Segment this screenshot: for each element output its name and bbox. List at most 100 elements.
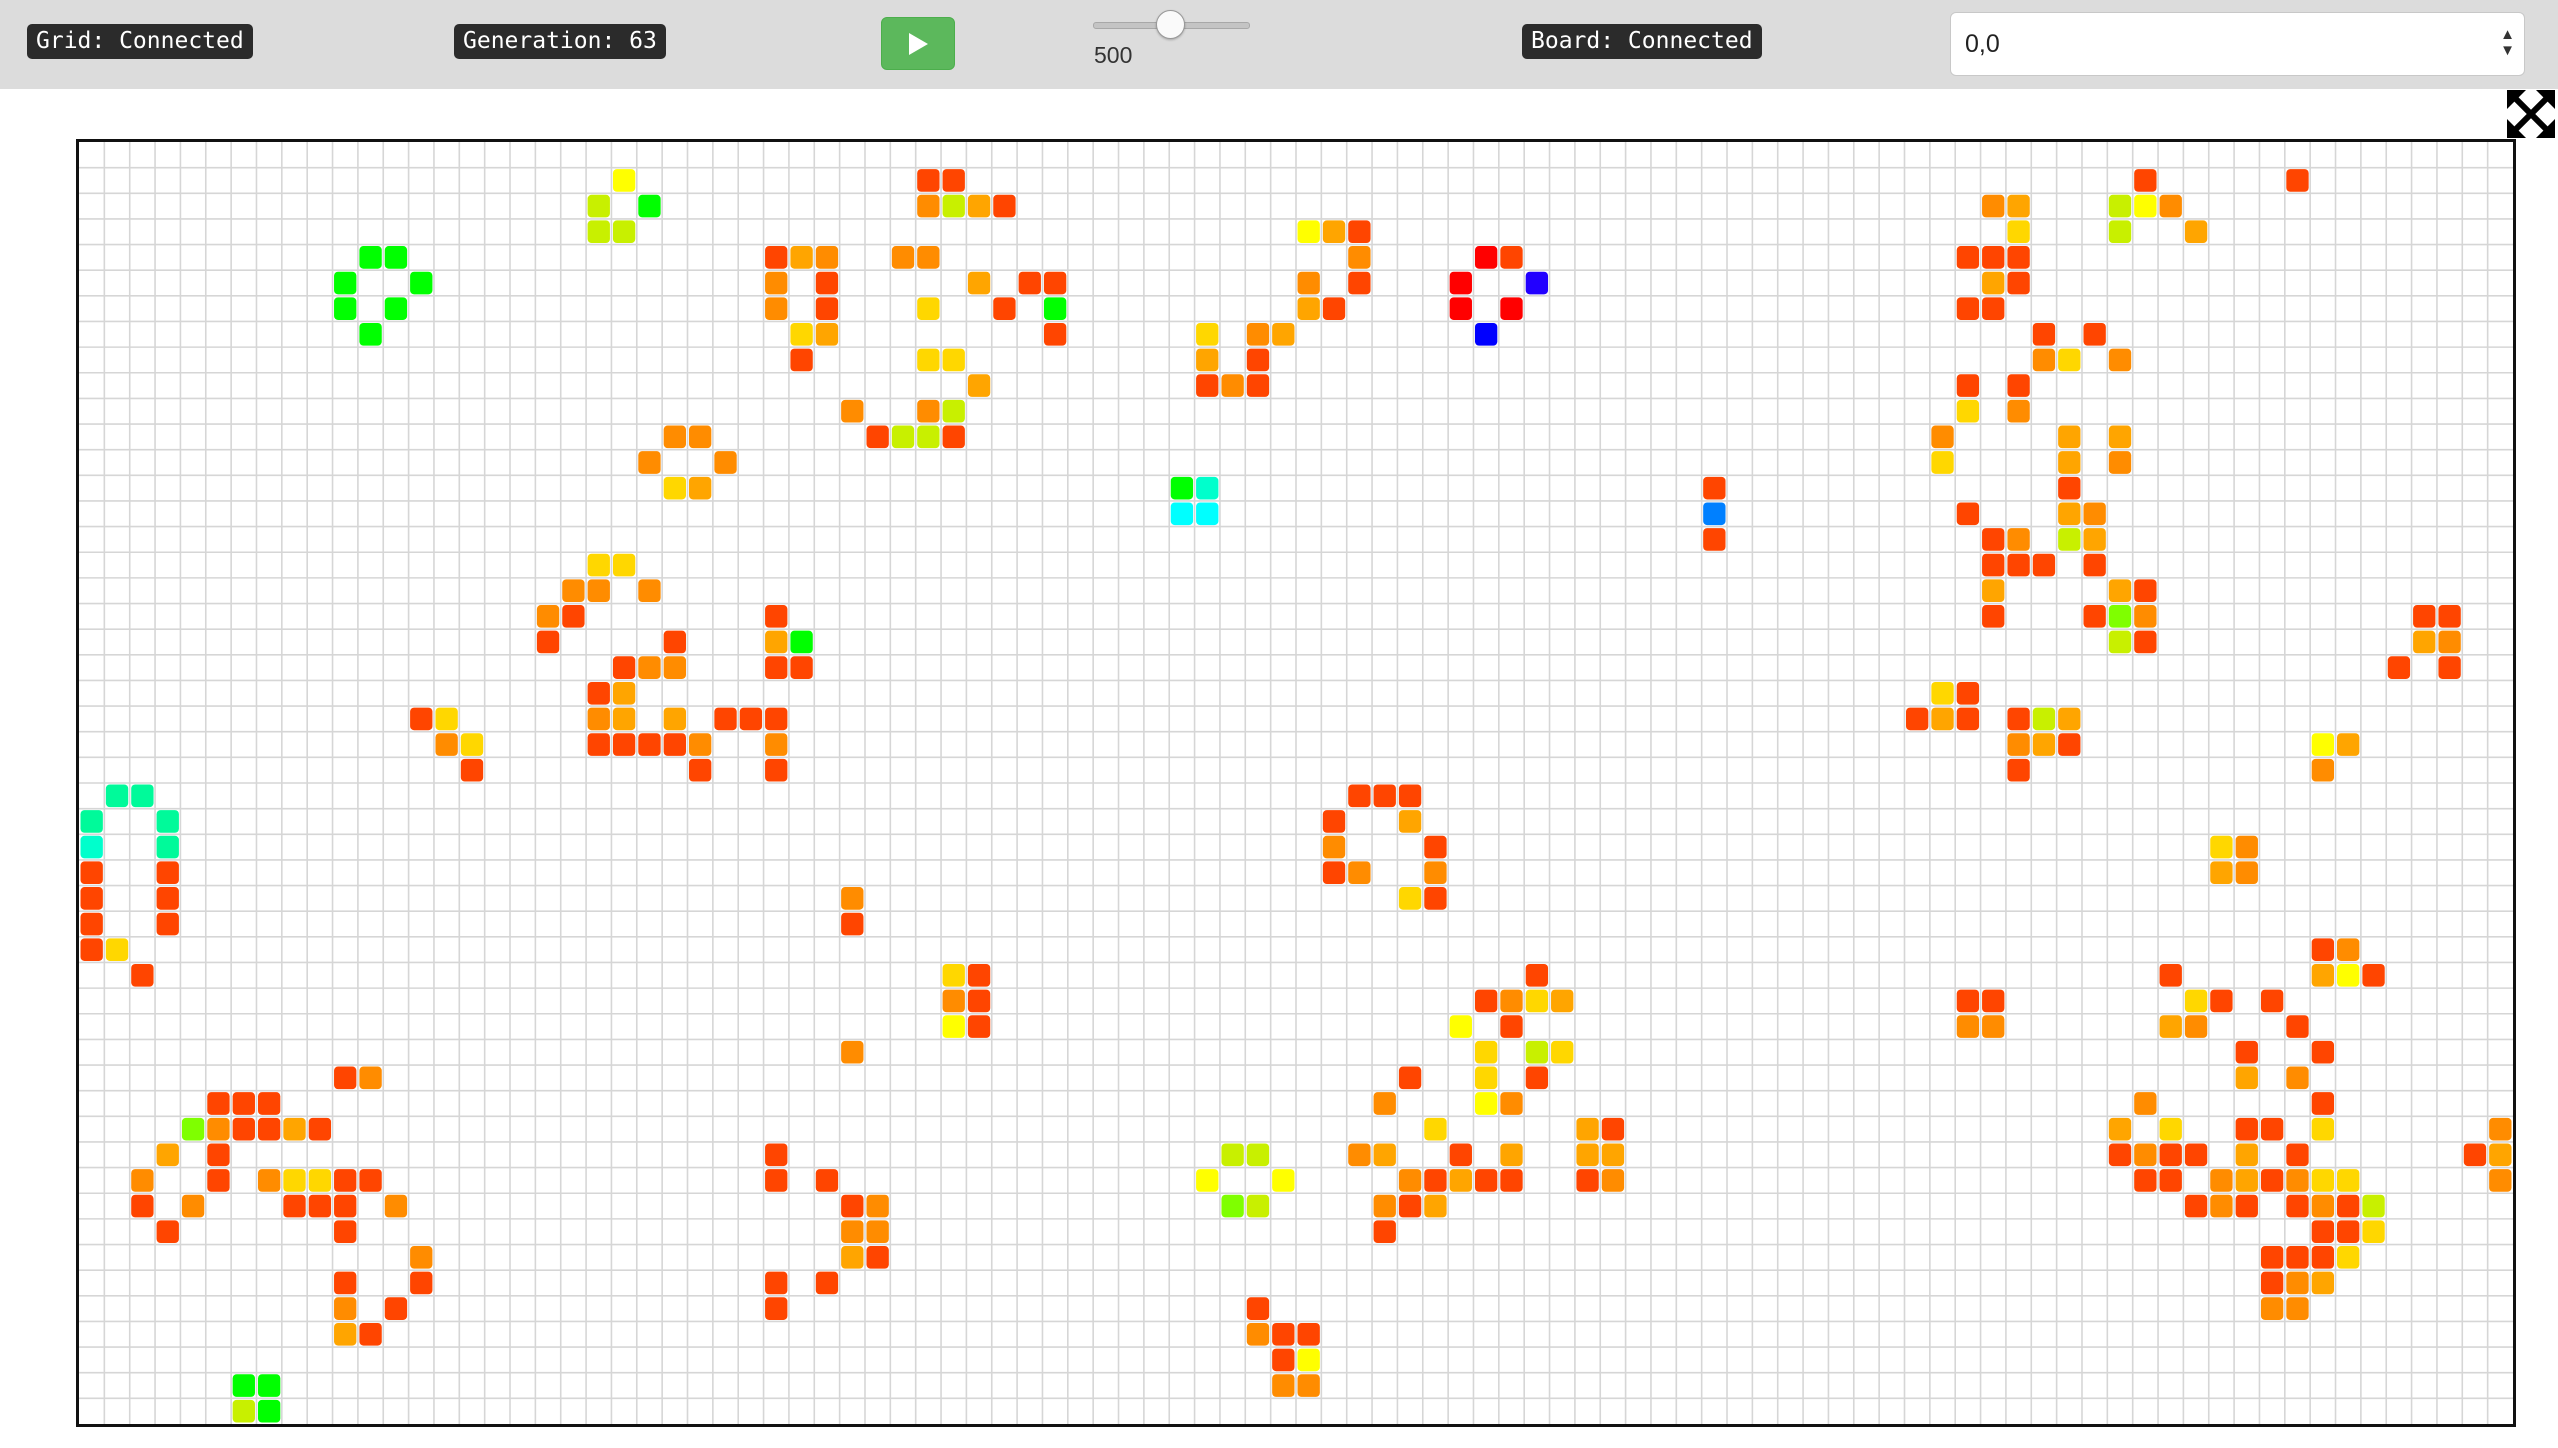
live-cell[interactable]	[2311, 1169, 2335, 1192]
live-cell[interactable]	[80, 810, 103, 833]
live-cell[interactable]	[765, 656, 788, 679]
live-cell[interactable]	[156, 835, 179, 859]
live-cell[interactable]	[2007, 399, 2030, 423]
live-cell[interactable]	[257, 1374, 281, 1397]
live-cell[interactable]	[587, 681, 610, 705]
live-cell[interactable]	[815, 1169, 839, 1192]
live-cell[interactable]	[2260, 1117, 2284, 1141]
live-cell[interactable]	[2337, 1169, 2360, 1192]
live-cell[interactable]	[2311, 1220, 2335, 1244]
live-cell[interactable]	[2286, 1297, 2309, 1320]
live-cell[interactable]	[1373, 1194, 1396, 1218]
live-cell[interactable]	[587, 707, 610, 731]
live-cell[interactable]	[739, 707, 763, 731]
live-cell[interactable]	[866, 1220, 889, 1244]
live-cell[interactable]	[1398, 887, 1422, 910]
live-cell[interactable]	[891, 425, 915, 449]
live-cell[interactable]	[410, 707, 433, 731]
live-cell[interactable]	[1322, 835, 1346, 859]
live-cell[interactable]	[308, 1117, 332, 1141]
live-cell[interactable]	[866, 1246, 889, 1269]
live-cell[interactable]	[2159, 1143, 2182, 1167]
live-cell[interactable]	[257, 1117, 281, 1141]
live-cell[interactable]	[1703, 502, 1726, 526]
live-cell[interactable]	[2337, 1220, 2360, 1244]
live-cell[interactable]	[1576, 1143, 1599, 1167]
live-cell[interactable]	[334, 1271, 357, 1295]
live-cell[interactable]	[765, 630, 788, 654]
live-cell[interactable]	[2286, 1066, 2309, 1090]
live-cell[interactable]	[612, 220, 636, 244]
live-cell[interactable]	[2032, 322, 2056, 346]
live-cell[interactable]	[2362, 1220, 2385, 1244]
live-cell[interactable]	[2007, 374, 2030, 397]
live-cell[interactable]	[80, 887, 103, 910]
live-cell[interactable]	[410, 1246, 433, 1269]
live-cell[interactable]	[283, 1117, 306, 1141]
live-cell[interactable]	[1043, 322, 1067, 346]
live-cell[interactable]	[1474, 989, 1498, 1013]
live-cell[interactable]	[1982, 553, 2005, 577]
live-cell[interactable]	[1956, 399, 1980, 423]
game-board[interactable]	[76, 139, 2516, 1427]
live-cell[interactable]	[2235, 1117, 2258, 1141]
live-cell[interactable]	[2058, 502, 2081, 526]
live-cell[interactable]	[815, 271, 839, 295]
live-cell[interactable]	[2134, 1092, 2157, 1115]
live-cell[interactable]	[1956, 502, 1980, 526]
live-cell[interactable]	[1196, 348, 1219, 372]
live-cell[interactable]	[1956, 989, 1980, 1013]
live-cell[interactable]	[765, 1271, 788, 1295]
live-cell[interactable]	[815, 297, 839, 320]
live-cell[interactable]	[917, 399, 940, 423]
live-cell[interactable]	[2210, 861, 2233, 885]
live-cell[interactable]	[1322, 861, 1346, 885]
live-cell[interactable]	[2007, 553, 2030, 577]
live-cell[interactable]	[460, 758, 484, 782]
live-cell[interactable]	[587, 553, 610, 577]
live-cell[interactable]	[1906, 707, 1929, 731]
live-cell[interactable]	[1196, 1169, 1219, 1192]
live-cell[interactable]	[1170, 476, 1194, 500]
live-cell[interactable]	[156, 861, 179, 885]
live-cell[interactable]	[1424, 887, 1447, 910]
live-cell[interactable]	[942, 1015, 965, 1038]
live-cell[interactable]	[334, 1220, 357, 1244]
position-select[interactable]: 0,0 ▲ ▼	[1950, 12, 2525, 76]
live-cell[interactable]	[1373, 1143, 1396, 1167]
live-cell[interactable]	[2311, 1040, 2335, 1064]
live-cell[interactable]	[2184, 220, 2208, 244]
live-cell[interactable]	[663, 476, 686, 500]
live-cell[interactable]	[1297, 1348, 1320, 1372]
live-cell[interactable]	[2286, 169, 2309, 192]
live-cell[interactable]	[232, 1374, 255, 1397]
live-cell[interactable]	[2286, 1143, 2309, 1167]
live-cell[interactable]	[663, 733, 686, 756]
live-cell[interactable]	[587, 194, 610, 218]
live-cell[interactable]	[1348, 246, 1371, 269]
live-cell[interactable]	[2311, 1117, 2335, 1141]
live-cell[interactable]	[156, 912, 179, 936]
live-cell[interactable]	[1449, 1169, 1472, 1192]
live-cell[interactable]	[790, 246, 813, 269]
live-cell[interactable]	[2489, 1117, 2512, 1141]
live-cell[interactable]	[2058, 451, 2081, 474]
live-cell[interactable]	[2438, 605, 2461, 628]
live-cell[interactable]	[942, 399, 965, 423]
live-cell[interactable]	[2235, 1143, 2258, 1167]
live-cell[interactable]	[1348, 784, 1371, 808]
live-cell[interactable]	[689, 476, 712, 500]
live-cell[interactable]	[1525, 963, 1549, 987]
live-cell[interactable]	[967, 989, 991, 1013]
live-cell[interactable]	[2413, 605, 2436, 628]
live-cell[interactable]	[2311, 1246, 2335, 1269]
live-cell[interactable]	[790, 322, 813, 346]
live-cell[interactable]	[2260, 1297, 2284, 1320]
live-cell[interactable]	[2387, 656, 2411, 679]
live-cell[interactable]	[1322, 297, 1346, 320]
live-cell[interactable]	[1474, 322, 1498, 346]
live-cell[interactable]	[1246, 1194, 1270, 1218]
live-cell[interactable]	[2007, 528, 2030, 551]
live-cell[interactable]	[384, 246, 408, 269]
live-cell[interactable]	[1500, 1092, 1523, 1115]
